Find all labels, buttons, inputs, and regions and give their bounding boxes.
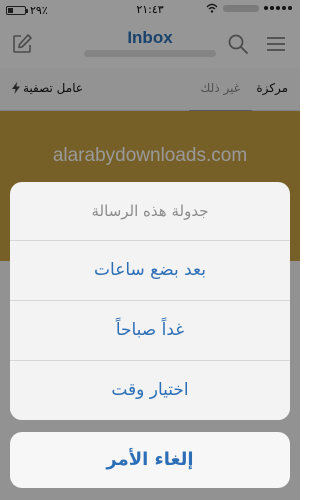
option-tomorrow-morning[interactable]: غداً صباحاً: [10, 301, 290, 361]
option-in-a-few-hours[interactable]: بعد بضع ساعات: [10, 241, 290, 301]
option-choose-time[interactable]: اختيار وقت: [10, 361, 290, 420]
action-sheet-title: جدولة هذه الرسالة: [10, 182, 290, 241]
cancel-button[interactable]: إلغاء الأمر: [10, 432, 290, 488]
schedule-action-sheet: جدولة هذه الرسالة بعد بضع ساعات غداً صبا…: [10, 182, 290, 420]
